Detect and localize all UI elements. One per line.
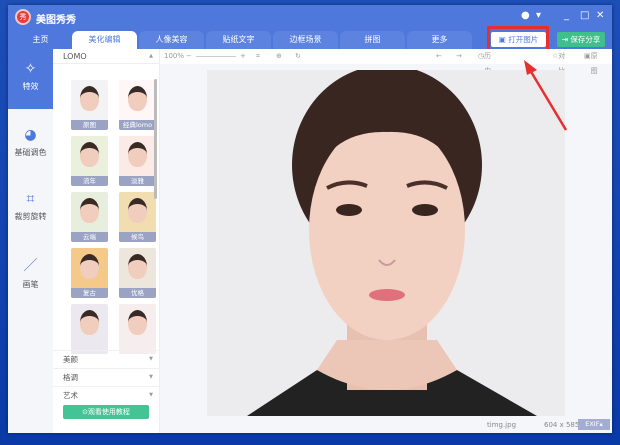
red-arrow bbox=[524, 60, 568, 131]
